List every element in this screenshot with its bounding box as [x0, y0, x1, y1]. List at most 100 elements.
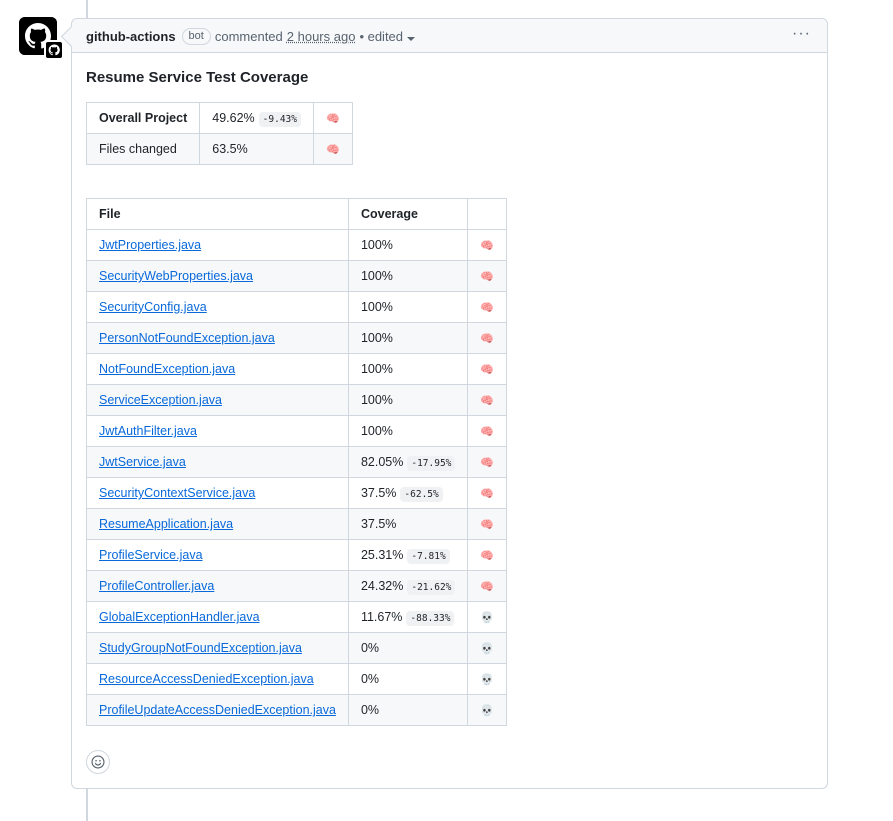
table-row: GlobalExceptionHandler.java 11.67% -88.33%… — [86, 601, 508, 633]
table-row: ResumeApplication.java 37.5% 🧠 — [86, 508, 508, 540]
coverage-value: 24.32% — [360, 579, 404, 593]
table-row: ProfileService.java 25.31% -7.81% 🧠 — [86, 539, 508, 571]
file-cell: JwtAuthFilter.java — [86, 415, 349, 447]
column-header-coverage: Coverage — [347, 198, 469, 230]
status-cell: 🧠 — [467, 415, 508, 447]
coverage-value: 82.05% — [360, 455, 404, 469]
file-cell: ProfileService.java — [86, 539, 349, 571]
file-link[interactable]: ResourceAccessDeniedException.java — [99, 672, 314, 686]
coverage-value: 0% — [360, 672, 380, 686]
summary-status: 🧠 — [312, 102, 353, 134]
status-cell: 💀 — [467, 601, 508, 633]
coverage-cell: 100% — [347, 229, 469, 261]
skull-icon: 💀 — [480, 612, 495, 624]
summary-label: Overall Project — [85, 102, 201, 134]
status-cell: 💀 — [467, 632, 508, 664]
coverage-cell: 24.32% -21.62% — [347, 570, 469, 602]
file-cell: SecurityWebProperties.java — [86, 260, 349, 292]
table-row: PersonNotFoundException.java 100% 🧠 — [86, 322, 508, 354]
summary-value: 49.62% -9.43% — [199, 102, 314, 134]
status-cell: 🧠 — [467, 446, 508, 478]
coverage-value: 100% — [360, 393, 393, 407]
brain-icon: 🧠 — [480, 581, 495, 593]
file-cell: ResumeApplication.java — [86, 508, 349, 540]
table-row: JwtProperties.java 100% 🧠 — [86, 229, 508, 261]
files-table: File Coverage JwtProperties.java 100% 🧠 Sec… — [86, 198, 508, 726]
coverage-cell: 0% — [347, 632, 469, 664]
coverage-value: 0% — [360, 703, 380, 717]
file-link[interactable]: GlobalExceptionHandler.java — [99, 610, 260, 624]
table-row: JwtAuthFilter.java 100% 🧠 — [86, 415, 508, 447]
table-row: SecurityWebProperties.java 100% 🧠 — [86, 260, 508, 292]
file-link[interactable]: SecurityConfig.java — [99, 300, 207, 314]
brain-icon: 🧠 — [480, 550, 495, 562]
file-link[interactable]: JwtAuthFilter.java — [99, 424, 197, 438]
coverage-value: 100% — [360, 269, 393, 283]
file-link[interactable]: ResumeApplication.java — [99, 517, 233, 531]
comment-meta: github-actions bot commented 2 hours ago… — [86, 28, 416, 45]
status-cell: 🧠 — [467, 229, 508, 261]
file-link[interactable]: ProfileService.java — [99, 548, 203, 562]
file-link[interactable]: SecurityContextService.java — [99, 486, 255, 500]
file-cell: ResourceAccessDeniedException.java — [86, 663, 349, 695]
coverage-value: 100% — [360, 424, 393, 438]
coverage-value: 100% — [360, 300, 393, 314]
file-link[interactable]: ServiceException.java — [99, 393, 222, 407]
coverage-cell: 100% — [347, 353, 469, 385]
comment-box: github-actions bot commented 2 hours ago… — [60, 18, 828, 789]
kebab-horizontal-icon[interactable]: ··· — [792, 26, 811, 42]
file-link[interactable]: PersonNotFoundException.java — [99, 331, 275, 345]
table-row: StudyGroupNotFoundException.java 0% 💀 — [86, 632, 508, 664]
table-row: NotFoundException.java 100% 🧠 — [86, 353, 508, 385]
status-cell: 🧠 — [467, 477, 508, 509]
file-link[interactable]: StudyGroupNotFoundException.java — [99, 641, 302, 655]
brain-icon: 🧠 — [325, 144, 340, 156]
coverage-cell: 100% — [347, 260, 469, 292]
comment-timestamp[interactable]: 2 hours ago — [287, 29, 356, 44]
edited-label[interactable]: • edited — [359, 29, 416, 44]
files-header-row: File Coverage — [86, 198, 508, 230]
column-header-icon — [467, 198, 508, 230]
file-link[interactable]: ProfileController.java — [99, 579, 214, 593]
summary-row: Files changed 63.5% 🧠 — [85, 133, 353, 165]
status-cell: 💀 — [467, 663, 508, 695]
report-title-text: Resume Service Test Coverage — [86, 69, 309, 86]
file-link[interactable]: ProfileUpdateAccessDeniedException.java — [99, 703, 336, 717]
file-link[interactable]: NotFoundException.java — [99, 362, 235, 376]
file-link[interactable]: JwtProperties.java — [99, 238, 201, 252]
brain-icon: 🧠 — [480, 395, 495, 407]
coverage-cell: 11.67% -88.33% — [347, 601, 469, 633]
brain-icon: 🧠 — [480, 426, 495, 438]
coverage-delta: -62.5% — [400, 487, 443, 502]
chevron-down-icon — [407, 37, 416, 41]
status-cell: 🧠 — [467, 539, 508, 571]
coverage-value: 37.5% — [360, 517, 397, 531]
coverage-cell: 100% — [347, 415, 469, 447]
coverage-delta: -21.62% — [407, 580, 456, 595]
github-avatar[interactable] — [19, 17, 64, 60]
column-header-file: File — [86, 198, 349, 230]
status-cell: 🧠 — [467, 508, 508, 540]
brain-icon: 🧠 — [325, 113, 340, 125]
table-row: SecurityConfig.java 100% 🧠 — [86, 291, 508, 323]
coverage-cell: 25.31% -7.81% — [347, 539, 469, 571]
coverage-cell: 82.05% -17.95% — [347, 446, 469, 478]
summary-table: Overall Project 49.62% -9.43% 🧠 Files change… — [85, 102, 353, 165]
coverage-value: 100% — [360, 331, 393, 345]
file-cell: ServiceException.java — [86, 384, 349, 416]
brain-icon: 🧠 — [480, 457, 495, 469]
file-link[interactable]: SecurityWebProperties.java — [99, 269, 253, 283]
bot-label: bot — [181, 28, 211, 45]
coverage-value: 0% — [360, 641, 380, 655]
skull-icon: 💀 — [480, 674, 495, 686]
file-cell: ProfileUpdateAccessDeniedException.java — [86, 694, 349, 726]
add-reaction-button[interactable] — [86, 750, 110, 774]
skull-icon: 💀 — [480, 643, 495, 655]
report-title: Resume Service Test Coverage — [86, 69, 308, 86]
file-cell: JwtProperties.java — [86, 229, 349, 261]
file-link[interactable]: JwtService.java — [99, 455, 186, 469]
bot-badge-icon — [44, 40, 64, 60]
coverage-value: 100% — [360, 238, 393, 252]
author-name[interactable]: github-actions — [86, 29, 176, 44]
status-cell: 💀 — [467, 694, 508, 726]
